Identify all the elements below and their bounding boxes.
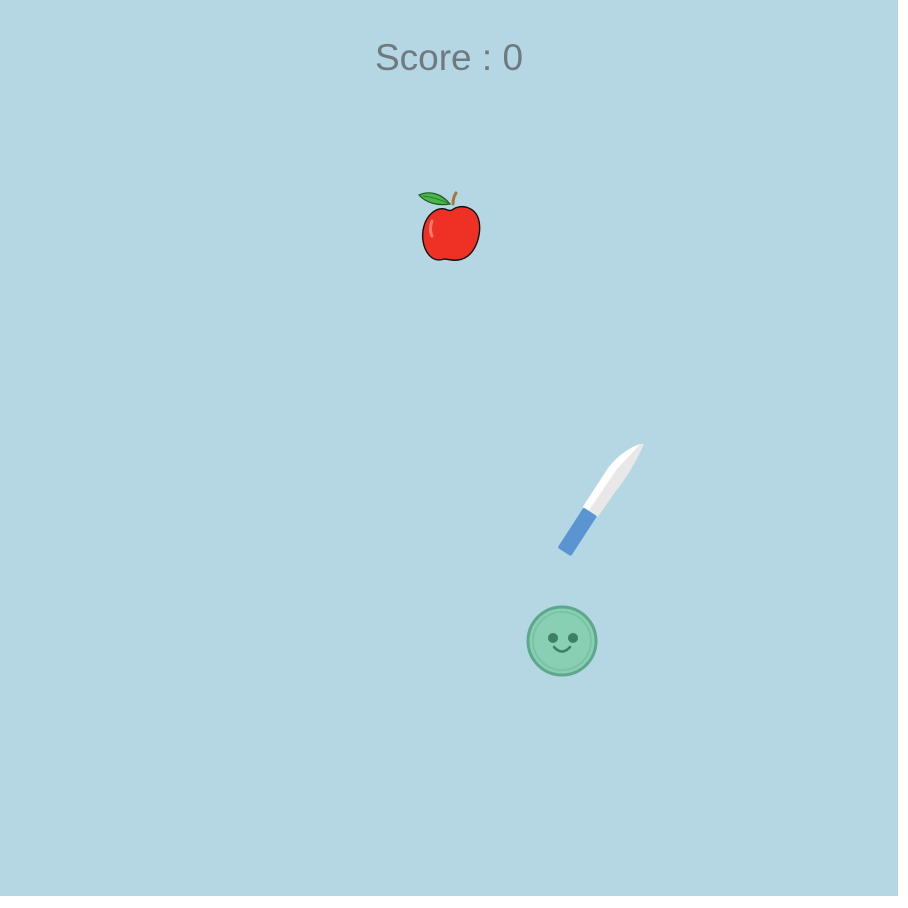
game-canvas[interactable]: Score : 0: [0, 0, 898, 896]
apple-icon: [418, 191, 481, 261]
score-display: Score : 0: [374, 37, 524, 78]
knife-icon[interactable]: [546, 428, 650, 572]
smiley-face-icon[interactable]: [524, 603, 600, 679]
